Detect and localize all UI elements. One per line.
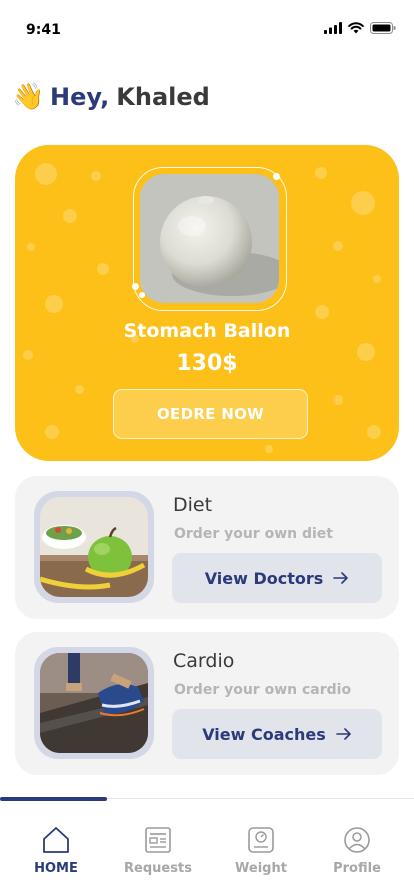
decor-bubble: [265, 445, 273, 453]
decor-bubble: [35, 163, 57, 185]
view-doctors-button[interactable]: View Doctors: [172, 553, 382, 603]
view-doctors-label: View Doctors: [204, 568, 324, 588]
decor-bubble: [333, 241, 343, 251]
order-now-button[interactable]: OEDRE NOW: [113, 389, 308, 439]
wave-hand-icon: 👋: [12, 82, 45, 112]
decor-dot: [132, 283, 139, 290]
decor-bubble: [45, 295, 63, 313]
cardio-card: Cardio Order your own cardio View Coache…: [15, 632, 399, 775]
user-name: Khaled: [116, 83, 210, 111]
tab-home-label: HOME: [34, 861, 78, 876]
scale-icon: [248, 827, 274, 853]
tab-home[interactable]: HOME: [11, 825, 101, 876]
diet-subtitle: Order your own diet: [174, 526, 333, 542]
cardio-image-frame: [34, 647, 154, 759]
tab-weight[interactable]: Weight: [216, 825, 306, 876]
decor-bubble: [75, 385, 84, 394]
battery-icon: [370, 22, 396, 34]
view-coaches-button[interactable]: View Coaches: [172, 709, 382, 759]
arrow-right-icon: [333, 572, 349, 584]
greeting: 👋 Hey, Khaled: [12, 82, 210, 112]
decor-bubble: [91, 171, 101, 181]
decor-bubble: [315, 167, 327, 179]
promo-card[interactable]: Stomach Ballon 130$ OEDRE NOW: [15, 145, 399, 461]
cardio-subtitle: Order your own cardio: [174, 682, 352, 698]
tab-weight-label: Weight: [235, 861, 287, 876]
profile-icon: [344, 827, 370, 853]
decor-bubble: [63, 209, 77, 223]
stomach-balloon-image: [140, 174, 279, 303]
arrow-right-icon: [335, 728, 352, 740]
status-time: 9:41: [26, 22, 61, 38]
decor-bubble: [373, 275, 381, 283]
home-icon: [43, 827, 69, 853]
diet-card: Diet Order your own diet View Doctors: [15, 476, 399, 619]
decor-bubble: [333, 395, 343, 405]
decor-bubble: [27, 243, 35, 251]
decor-bubble: [315, 305, 329, 319]
diet-image: [40, 497, 148, 597]
tab-requests-label: Requests: [124, 861, 192, 876]
view-coaches-label: View Coaches: [202, 724, 326, 744]
decor-bubble: [367, 425, 381, 439]
signal-icon: [324, 22, 342, 34]
cardio-title: Cardio: [173, 650, 235, 672]
decor-dot: [273, 173, 280, 180]
active-tab-indicator: [0, 797, 107, 801]
decor-bubble: [351, 191, 375, 215]
product-title: Stomach Ballon: [123, 320, 291, 342]
decor-dot: [139, 292, 145, 298]
tab-profile-label: Profile: [333, 861, 381, 876]
tab-profile[interactable]: Profile: [312, 825, 402, 876]
decor-bubble: [97, 263, 109, 275]
product-image-frame: [133, 167, 287, 311]
requests-icon: [145, 827, 171, 853]
diet-title: Diet: [173, 494, 213, 516]
status-icons: [324, 22, 396, 34]
greeting-hey: Hey,: [50, 83, 110, 111]
wifi-icon: [348, 22, 364, 34]
diet-image-frame: [34, 491, 154, 603]
bottom-tab-bar: HOME Requests Weight Profile: [0, 797, 414, 896]
tab-requests[interactable]: Requests: [113, 825, 203, 876]
cardio-image: [40, 653, 148, 753]
status-bar: 9:41: [0, 0, 414, 50]
decor-bubble: [45, 425, 59, 439]
product-price: 130$: [176, 351, 238, 376]
